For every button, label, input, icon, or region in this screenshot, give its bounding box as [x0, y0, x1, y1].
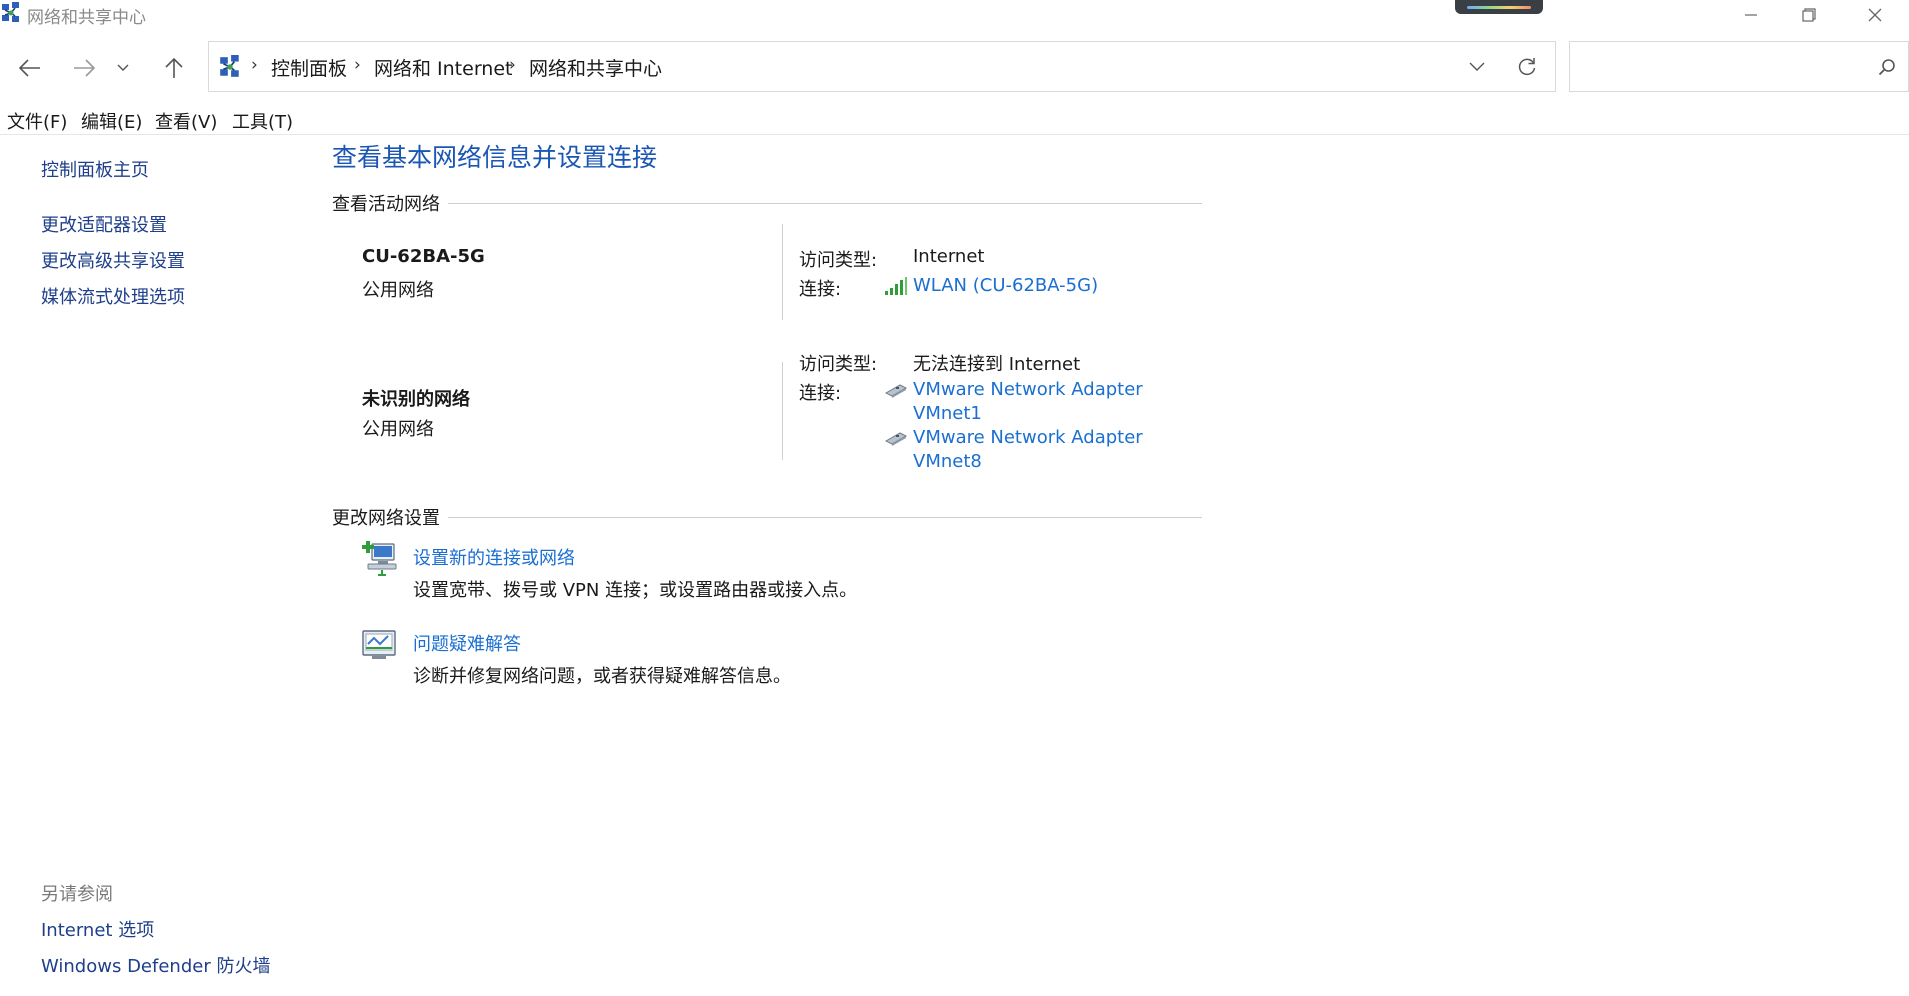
troubleshoot-desc: 诊断并修复网络问题，或者获得疑难解答信息。 [413, 666, 791, 687]
wlan-connection-link[interactable]: WLAN (CU-62BA-5G) [913, 275, 1098, 296]
active-networks-heading: 查看活动网络 [332, 194, 440, 215]
recent-locations-button[interactable] [108, 48, 138, 88]
title-bar: 网络和共享中心 [0, 0, 1909, 30]
ethernet-adapter-icon [884, 381, 908, 401]
menu-view[interactable]: 查看(V) [155, 108, 217, 134]
network-divider [782, 224, 783, 320]
search-icon[interactable] [1874, 54, 1900, 80]
access-type-value: 无法连接到 Internet [913, 354, 1081, 375]
search-input[interactable] [1578, 50, 1852, 84]
close-button[interactable] [1841, 0, 1909, 30]
sidebar-media-streaming[interactable]: 媒体流式处理选项 [41, 283, 185, 309]
back-button[interactable] [10, 48, 50, 88]
menu-edit[interactable]: 编辑(E) [81, 108, 142, 134]
vmnet8-link-line1[interactable]: VMware Network Adapter [913, 427, 1143, 448]
forward-button[interactable] [64, 48, 104, 88]
vmnet1-link-line2[interactable]: VMnet1 [913, 403, 982, 424]
setup-connection-link[interactable]: 设置新的连接或网络 [413, 544, 575, 570]
up-button[interactable] [154, 48, 194, 88]
minimize-icon [1745, 14, 1757, 16]
vmnet1-link-line1[interactable]: VMware Network Adapter [913, 379, 1143, 400]
chevron-down-icon [1469, 62, 1485, 71]
page-title: 查看基本网络信息并设置连接 [332, 143, 658, 172]
network-type[interactable]: 公用网络 [362, 415, 434, 441]
section-divider [448, 203, 1202, 204]
access-type-label: 访问类型: [799, 250, 878, 271]
troubleshoot-link[interactable]: 问题疑难解答 [413, 630, 521, 656]
network-name: CU-62BA-5G [362, 246, 485, 267]
access-type-label: 访问类型: [799, 354, 878, 375]
wifi-signal-icon [884, 276, 908, 296]
restore-button[interactable] [1775, 0, 1843, 30]
search-box[interactable] [1569, 41, 1909, 92]
window-title: 网络和共享中心 [27, 8, 146, 28]
internet-options-link[interactable]: Internet 选项 [41, 916, 154, 942]
refresh-icon [1518, 58, 1536, 76]
troubleshoot-icon [360, 626, 398, 664]
vmnet8-link-line2[interactable]: VMnet8 [913, 451, 982, 472]
arrow-left-icon [19, 59, 40, 77]
section-divider [448, 517, 1202, 518]
arrow-up-icon [165, 57, 183, 78]
chevron-down-icon [117, 64, 129, 71]
access-type-value: Internet [913, 246, 985, 267]
see-also-heading: 另请参阅 [41, 884, 113, 905]
ethernet-adapter-icon [884, 429, 908, 449]
close-icon [1868, 8, 1882, 22]
connection-label: 连接: [799, 279, 842, 300]
change-settings-heading: 更改网络设置 [332, 508, 440, 529]
connection-label: 连接: [799, 383, 842, 404]
network-type[interactable]: 公用网络 [362, 276, 434, 302]
breadcrumb-network-center[interactable]: 网络和共享中心 [529, 54, 662, 81]
defender-firewall-link[interactable]: Windows Defender 防火墙 [41, 952, 270, 978]
breadcrumb-chevron-icon[interactable]: › [509, 55, 516, 75]
address-bar[interactable]: › 控制面板 › 网络和 Internet › 网络和共享中心 [208, 41, 1556, 92]
new-connection-icon [360, 538, 398, 576]
breadcrumb-control-panel[interactable]: 控制面板 [271, 54, 347, 81]
setup-connection-desc: 设置宽带、拨号或 VPN 连接；或设置路由器或接入点。 [413, 580, 858, 601]
menu-tools[interactable]: 工具(T) [232, 108, 293, 134]
sidebar-control-panel-home[interactable]: 控制面板主页 [41, 156, 149, 182]
restore-icon [1802, 8, 1816, 22]
menu-bar: 文件(F) 编辑(E) 查看(V) 工具(T) [0, 104, 1909, 135]
network-center-icon [1, 2, 21, 24]
arrow-right-icon [74, 59, 95, 77]
breadcrumb-network-internet[interactable]: 网络和 Internet [374, 54, 512, 81]
menu-file[interactable]: 文件(F) [7, 108, 67, 134]
control-panel-icon [219, 55, 241, 79]
overlay-notch [1455, 0, 1543, 14]
sidebar-adapter-settings[interactable]: 更改适配器设置 [41, 211, 167, 237]
network-name: 未识别的网络 [362, 389, 470, 410]
breadcrumb-chevron-icon[interactable]: › [354, 55, 361, 75]
sidebar-advanced-sharing[interactable]: 更改高级共享设置 [41, 247, 185, 273]
network-divider [782, 362, 783, 460]
address-dropdown-button[interactable] [1459, 52, 1495, 82]
breadcrumb-chevron-icon[interactable]: › [251, 55, 258, 75]
refresh-button[interactable] [1509, 52, 1545, 82]
